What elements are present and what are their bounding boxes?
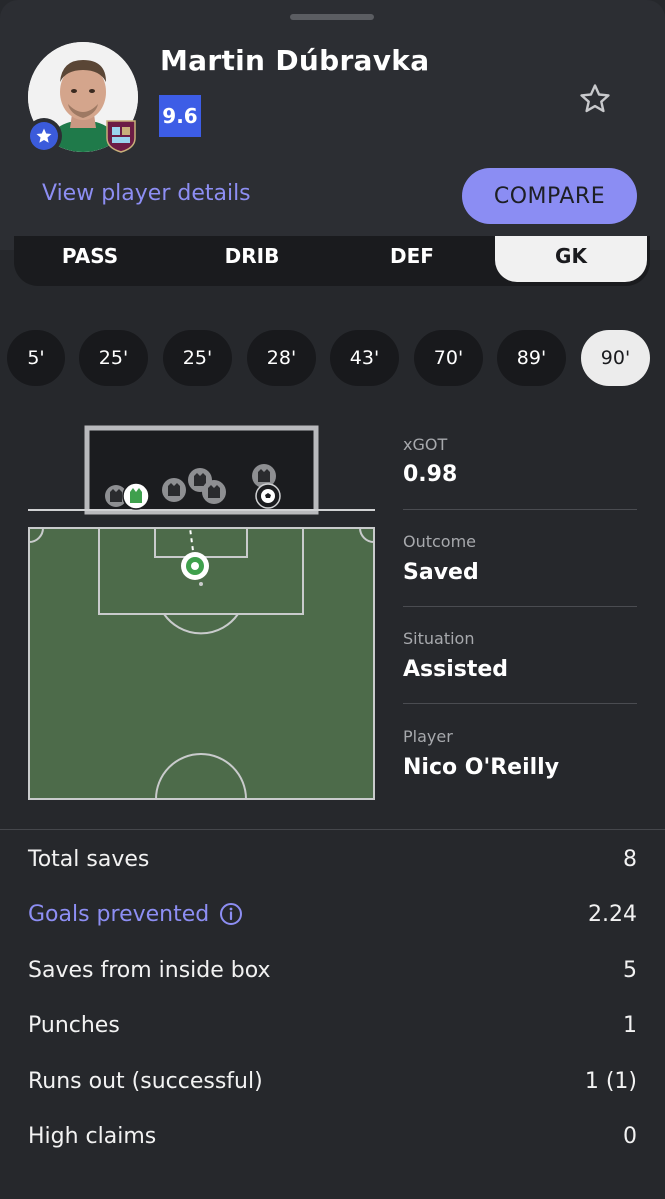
stat-label: High claims (28, 1123, 157, 1149)
tab-pass[interactable]: PASS (14, 236, 166, 282)
shooter-label: Player (403, 727, 453, 746)
favorite-star-icon[interactable] (577, 81, 613, 117)
tab-def[interactable]: DEF (336, 236, 488, 282)
xgot-value: 0.98 (403, 462, 458, 487)
shot-map (28, 424, 375, 800)
stat-row-total-saves: Total saves 8 (28, 839, 637, 879)
goals-prevented-link[interactable]: Goals prevented (28, 902, 243, 927)
outcome-label: Outcome (403, 532, 477, 551)
compare-button[interactable]: COMPARE (462, 168, 637, 224)
shooter-value: Nico O'Reilly (403, 755, 560, 780)
stat-row-saves-inside-box: Saves from inside box 5 (28, 950, 637, 990)
stat-label: Total saves (28, 846, 150, 872)
divider (403, 703, 637, 704)
stat-value: 0 (623, 1123, 637, 1149)
minute-chip[interactable]: 25' (79, 330, 148, 386)
minute-chip[interactable]: 89' (497, 330, 566, 386)
tab-drib[interactable]: DRIB (176, 236, 328, 282)
info-icon[interactable] (219, 902, 243, 926)
stat-value: 5 (623, 957, 637, 983)
tab-gk[interactable]: GK (495, 236, 647, 282)
divider (403, 606, 637, 607)
minute-chip[interactable]: 25' (163, 330, 232, 386)
stat-row-goals-prevented[interactable]: Goals prevented 2.24 (28, 894, 637, 934)
stat-value: 1 (623, 1012, 637, 1038)
stat-label: Goals prevented (28, 901, 210, 927)
stat-value: 2.24 (588, 901, 637, 927)
situation-label: Situation (403, 629, 475, 648)
drag-handle[interactable] (290, 14, 374, 20)
stat-row-punches: Punches 1 (28, 1005, 637, 1045)
minute-chip[interactable]: 28' (247, 330, 316, 386)
minute-chip[interactable]: 43' (330, 330, 399, 386)
xgot-label: xGOT (403, 435, 448, 454)
stat-row-runs-out: Runs out (successful) 1 (1) (28, 1061, 637, 1101)
outcome-value: Saved (403, 560, 479, 585)
stat-row-high-claims: High claims 0 (28, 1116, 637, 1156)
view-player-details-link[interactable]: View player details (42, 181, 251, 206)
stat-value: 1 (1) (584, 1068, 637, 1094)
situation-value: Assisted (403, 657, 509, 682)
stat-value: 8 (623, 846, 637, 872)
star-player-badge (26, 118, 62, 154)
club-crest-icon (104, 118, 138, 154)
player-name: Martin Dúbravka (160, 44, 430, 77)
minute-chip[interactable]: 70' (414, 330, 483, 386)
minute-chip-selected[interactable]: 90' (581, 330, 650, 386)
stat-tabs: PASS DRIB DEF GK (14, 236, 650, 286)
stat-label: Runs out (successful) (28, 1068, 263, 1094)
minute-chip[interactable]: 5' (7, 330, 65, 386)
player-rating-badge: 9.6 (159, 95, 201, 137)
star-icon (30, 122, 58, 150)
divider (403, 509, 637, 510)
section-divider (0, 829, 665, 830)
stat-label: Punches (28, 1012, 120, 1038)
stat-label: Saves from inside box (28, 957, 271, 983)
